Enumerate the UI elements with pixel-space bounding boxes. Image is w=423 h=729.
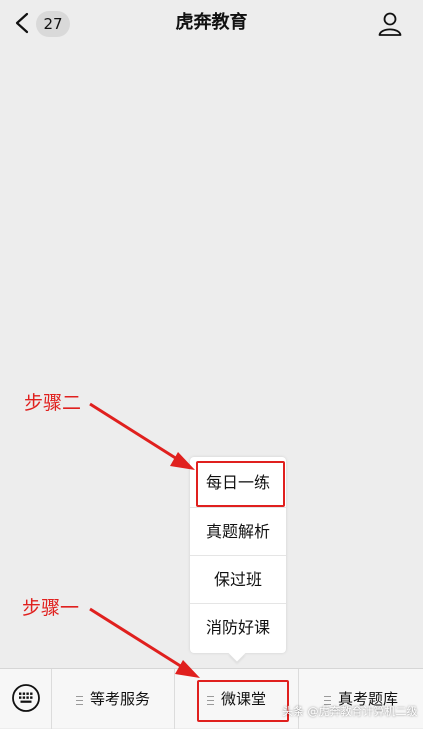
annotation-step2-label: 步骤二 [24, 392, 82, 414]
keyboard-icon [12, 684, 40, 712]
highlight-box-step2 [196, 461, 285, 507]
tab-exam-service[interactable]: 等考服务 [52, 669, 175, 729]
highlight-box-step1 [197, 680, 289, 722]
nav-header: 27 虎奔教育 [0, 0, 423, 46]
keyboard-toggle-button[interactable] [0, 669, 52, 729]
tab-label: 等考服务 [89, 690, 150, 708]
step1-arrow-line [89, 607, 191, 674]
watermark-text: 头条 @虎奔教育计算机二级 [282, 705, 418, 718]
annotation-step1-label: 步骤一 [22, 597, 80, 619]
tab-exam-bank[interactable]: 真考题库 [299, 669, 423, 729]
menu-item-exam-analysis[interactable]: 真题解析 [190, 507, 286, 556]
step2-arrow-line [89, 402, 186, 466]
menu-lines-icon [75, 696, 83, 705]
menu-item-guarantee-class[interactable]: 保过班 [190, 555, 286, 604]
person-icon[interactable] [377, 11, 403, 37]
page-title: 虎奔教育 [175, 12, 248, 33]
